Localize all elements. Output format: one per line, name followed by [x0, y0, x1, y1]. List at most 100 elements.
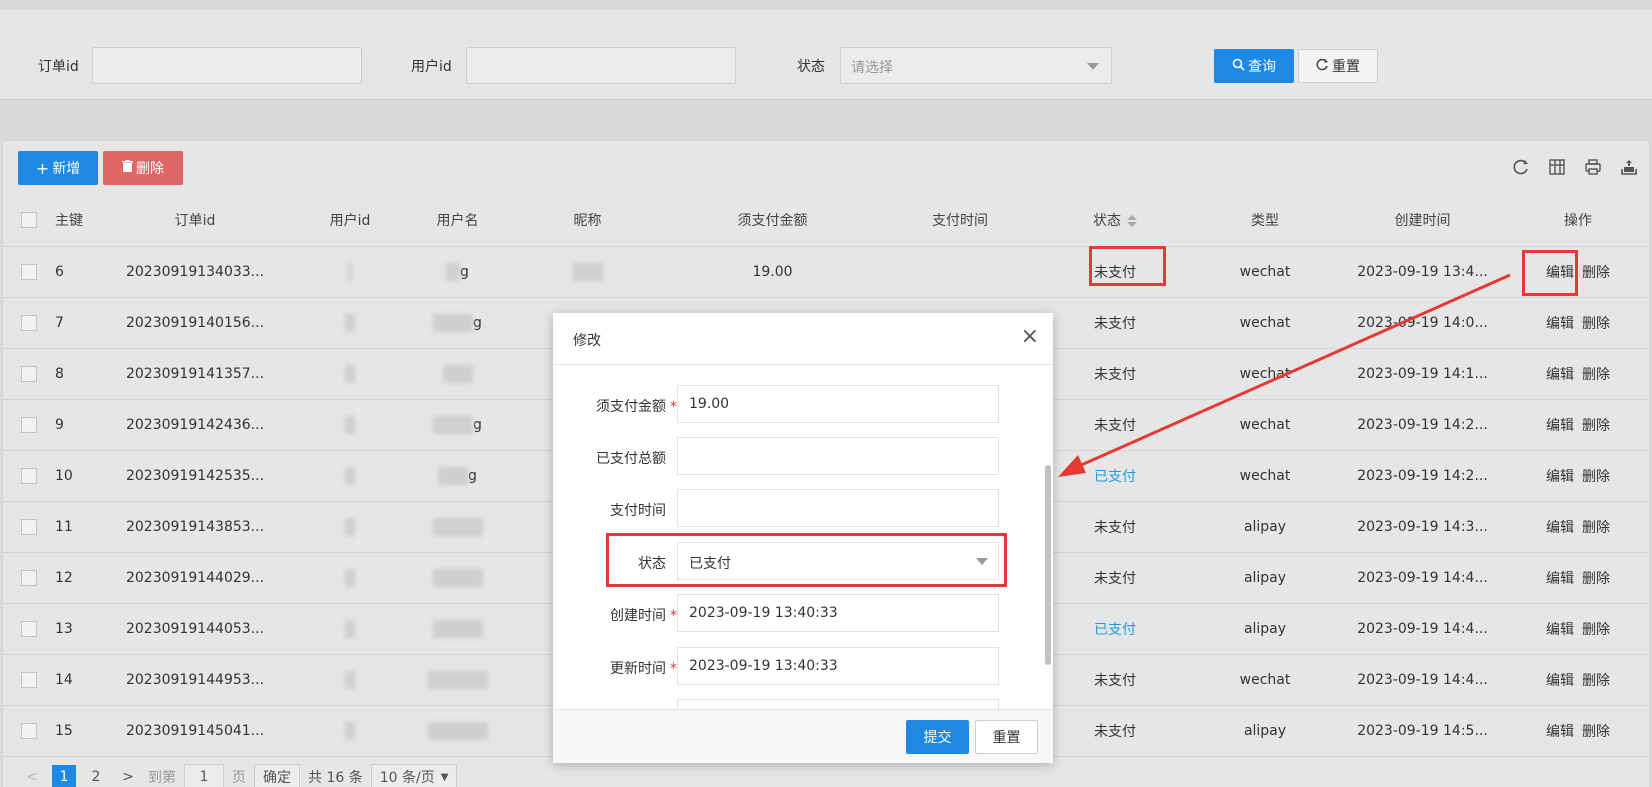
edit-link[interactable]: 编辑	[1546, 673, 1574, 689]
header-user-name[interactable]: 用户名	[405, 195, 510, 247]
query-button[interactable]: 查询	[1214, 49, 1294, 83]
delete-link[interactable]: 删除	[1582, 418, 1610, 434]
row-checkbox-cell[interactable]	[3, 501, 55, 553]
select-all-cell[interactable]	[3, 195, 55, 247]
header-order-id[interactable]: 订单id	[95, 195, 295, 247]
row-checkbox-cell[interactable]	[3, 705, 55, 757]
select-all-checkbox[interactable]	[21, 212, 37, 229]
cell-order-id: 20230919143853...	[95, 501, 295, 553]
header-id[interactable]: 主键	[55, 195, 95, 247]
row-checkbox-cell[interactable]	[3, 348, 55, 400]
row-checkbox[interactable]	[21, 518, 37, 535]
row-checkbox[interactable]	[21, 314, 37, 331]
cell-user-name: g	[405, 399, 510, 451]
edit-link[interactable]: 编辑	[1546, 469, 1574, 485]
paid-total-input[interactable]	[677, 437, 999, 475]
modal-scrollbar[interactable]	[1045, 465, 1051, 665]
status-select[interactable]: 请选择	[840, 47, 1112, 84]
row-checkbox[interactable]	[21, 620, 37, 637]
field-label: 须支付金额 *	[596, 396, 677, 416]
edit-link[interactable]: 编辑	[1546, 724, 1574, 740]
redacted-user-name	[433, 415, 474, 434]
row-checkbox-cell[interactable]	[3, 246, 55, 298]
table-row[interactable]: 6 20230919134033... g 19.00 未支付 wechat 2023-09…	[3, 246, 1651, 298]
trash-icon	[122, 160, 133, 176]
delete-link[interactable]: 删除	[1582, 571, 1610, 587]
header-created[interactable]: 创建时间	[1340, 195, 1505, 247]
header-nickname[interactable]: 昵称	[510, 195, 665, 247]
page-label: 页	[232, 770, 246, 786]
delete-link[interactable]: 删除	[1582, 367, 1610, 383]
cell-type: wechat	[1190, 348, 1340, 400]
row-checkbox-cell[interactable]	[3, 399, 55, 451]
columns-icon[interactable]	[1547, 157, 1567, 177]
cell-amount: 19.00	[665, 246, 880, 298]
redacted-user-id	[345, 619, 355, 638]
order-id-label: 订单id	[38, 59, 79, 75]
export-icon[interactable]	[1619, 157, 1639, 177]
row-checkbox[interactable]	[21, 671, 37, 688]
amount-input[interactable]: 19.00	[677, 385, 999, 423]
row-checkbox-cell[interactable]	[3, 654, 55, 706]
row-checkbox[interactable]	[21, 365, 37, 382]
prev-page-button[interactable]: <	[20, 765, 44, 787]
sort-icon[interactable]	[1127, 215, 1137, 228]
user-id-input[interactable]	[466, 47, 736, 84]
header-user-id[interactable]: 用户id	[295, 195, 405, 247]
edit-link[interactable]: 编辑	[1546, 571, 1574, 587]
add-button[interactable]: + 新增	[18, 151, 98, 185]
cell-user-id	[295, 501, 405, 553]
row-checkbox[interactable]	[21, 416, 37, 433]
header-status-cell[interactable]: 状态	[1040, 195, 1190, 247]
cell-created: 2023-09-19 13:4...	[1340, 246, 1505, 298]
next-page-button[interactable]: >	[116, 765, 140, 787]
cell-status: 未支付	[1040, 705, 1190, 757]
order-id-input[interactable]	[92, 47, 362, 84]
delete-button[interactable]: 删除	[103, 151, 183, 185]
edit-link[interactable]: 编辑	[1546, 367, 1574, 383]
edit-link[interactable]: 编辑	[1546, 418, 1574, 434]
field-label: 已支付总额*	[596, 448, 677, 468]
row-checkbox[interactable]	[21, 263, 37, 280]
cell-order-id: 20230919144029...	[95, 552, 295, 604]
cell-user-name	[405, 705, 510, 757]
submit-button[interactable]: 提交	[906, 720, 969, 754]
pay-time-input[interactable]	[677, 489, 999, 527]
modal-reset-button[interactable]: 重置	[975, 720, 1038, 754]
header-pay-time[interactable]: 支付时间	[880, 195, 1040, 247]
header-amount[interactable]: 须支付金额	[665, 195, 880, 247]
row-checkbox-cell[interactable]	[3, 297, 55, 349]
goto-confirm-button[interactable]: 确定	[254, 764, 300, 787]
delete-link[interactable]: 删除	[1582, 316, 1610, 332]
edit-link[interactable]: 编辑	[1546, 622, 1574, 638]
updated-time-input[interactable]: 2023-09-19 13:40:33	[677, 647, 999, 685]
row-checkbox[interactable]	[21, 569, 37, 586]
page-1-button[interactable]: 1	[52, 765, 76, 787]
delete-link[interactable]: 删除	[1582, 520, 1610, 536]
print-icon[interactable]	[1583, 157, 1603, 177]
delete-link[interactable]: 删除	[1582, 673, 1610, 689]
row-checkbox[interactable]	[21, 722, 37, 739]
field-input-next[interactable]	[677, 699, 999, 709]
delete-link[interactable]: 删除	[1582, 469, 1610, 485]
edit-link[interactable]: 编辑	[1546, 316, 1574, 332]
refresh-icon[interactable]	[1511, 157, 1531, 177]
row-checkbox-cell[interactable]	[3, 603, 55, 655]
goto-page-input[interactable]: 1	[184, 764, 224, 787]
redacted-user-name	[433, 313, 474, 332]
page-size-select[interactable]: 10 条/页 ▼	[370, 764, 458, 787]
close-icon[interactable]: ×	[1021, 325, 1039, 349]
row-checkbox-cell[interactable]	[3, 552, 55, 604]
created-time-input[interactable]: 2023-09-19 13:40:33	[677, 594, 999, 632]
delete-link[interactable]: 删除	[1582, 724, 1610, 740]
delete-link[interactable]: 删除	[1582, 265, 1610, 281]
header-type[interactable]: 类型	[1190, 195, 1340, 247]
total-count: 共 16 条	[308, 770, 363, 786]
row-checkbox-cell[interactable]	[3, 450, 55, 502]
page-2-button[interactable]: 2	[84, 765, 108, 787]
delete-link[interactable]: 删除	[1582, 622, 1610, 638]
row-checkbox[interactable]	[21, 467, 37, 484]
reset-button[interactable]: 重置	[1298, 49, 1378, 83]
cell-user-id	[295, 603, 405, 655]
edit-link[interactable]: 编辑	[1546, 520, 1574, 536]
